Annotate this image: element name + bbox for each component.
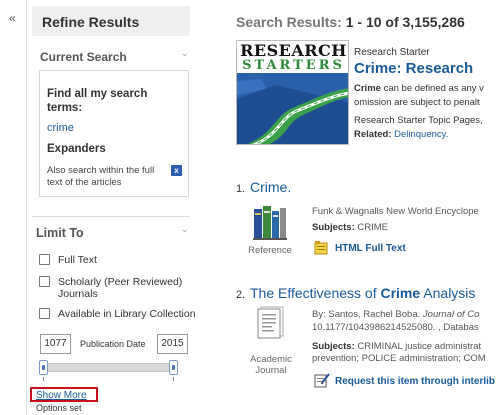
snippet-line2: omission are subject to penalt [354,97,480,108]
refine-results-header: Refine Results [32,6,190,36]
slider-tick [173,377,174,381]
results-header-prefix: Search Results: [236,14,346,30]
byline-authors: By: Santos, Rachel Boba. [312,309,423,320]
show-more-link[interactable]: Show More [36,390,87,401]
publication-date-label: Publication Date [80,339,146,349]
results-range: 1 - 10 of 3,155,286 [345,14,465,30]
html-document-icon[interactable] [314,241,328,255]
find-all-terms-label: Find all my search terms: [47,88,148,114]
research-starter-topic: Research Starter Topic Pages, [354,115,483,126]
result-subjects-line2: prevention; POLICE administration; COM [312,353,486,364]
current-search-box: Find all my search terms: crime Expander… [39,70,189,197]
slider-handle-left-icon[interactable] [39,360,48,375]
current-search-heading[interactable]: Current Search [40,50,127,64]
slider-tick [43,377,44,381]
section-divider [32,216,190,217]
full-text-label: Full Text [58,254,97,266]
library-collection-label: Available in Library Collection [58,308,196,320]
result-subjects: Subjects: CRIME [312,222,388,234]
result-source: Funk & Wagnalls New World Encyclope [312,206,479,217]
reference-books-icon[interactable] [253,203,287,241]
research-starter-title-link[interactable]: Crime: Research [354,60,473,77]
library-collection-checkbox[interactable] [39,308,50,319]
result-type-label: Reference [248,245,292,256]
result-number: 2. [236,289,246,301]
expanders-heading: Expanders [47,143,106,155]
limit-to-chevron-icon[interactable]: ⌄ [181,224,189,235]
subjects-value: CRIME [357,222,389,233]
research-starter-label: Research Starter [354,47,430,58]
result-subjects: Subjects: CRIMINAL justice administrat [312,341,481,353]
options-set-link[interactable]: Options set [36,403,82,413]
html-full-text-link[interactable]: HTML Full Text [335,243,406,254]
result-doi: 10.1177/1043986214525080. , Databas [312,322,479,333]
result-number: 1. [236,183,246,195]
remove-expander-icon[interactable]: x [171,165,182,176]
results-column: Search Results: 1 - 10 of 3,155,286 RESE… [226,0,500,415]
road-illustration-icon [237,73,348,144]
date-from-input[interactable]: 1077 [40,334,71,354]
snippet-highlight: Crime [354,83,381,94]
type-line2: Journal [255,365,287,376]
request-interlibrary-link[interactable]: Request this item through interlib [335,376,495,387]
scholarly-label: Scholarly (Peer Reviewed) [58,276,183,288]
result-title-link[interactable]: The Effectiveness of Crime Analysis [250,285,475,301]
collapse-sidebar-icon[interactable]: « [9,12,16,24]
byline-journal: Journal of Co [422,309,480,320]
subjects-label: Subjects: [312,341,355,352]
slider-handle-right-icon[interactable] [169,360,178,375]
scholarly-label-line2: Journals [58,288,98,300]
current-search-chevron-icon[interactable]: ⌄ [181,48,189,59]
show-more-highlight: Show More [30,387,98,402]
search-results-header: Search Results: 1 - 10 of 3,155,286 [236,14,465,30]
research-starter-related: Related: Delinquency. [354,129,448,140]
search-term-link[interactable]: crime [47,122,74,134]
subjects-value: CRIMINAL justice administrat [357,341,482,352]
full-text-checkbox[interactable] [39,254,50,265]
research-starter-snippet: Crime can be defined as any v omission a… [354,82,484,110]
request-item-icon[interactable] [314,372,330,388]
sidebar-collapse-strip: « [0,0,26,415]
title-highlight: Crime [380,285,421,301]
research-starters-logo[interactable]: RESEARCH STARTERS [236,40,349,145]
refine-results-title: Refine Results [42,14,140,30]
result-type-label: Academic Journal [240,354,302,376]
limit-to-heading[interactable]: Limit To [36,226,84,240]
subjects-label: Subjects: [312,222,355,233]
also-search-full-text-label: Also search within the full text of the … [47,165,155,188]
scholarly-checkbox[interactable] [39,276,50,287]
refine-results-sidebar: Refine Results Current Search ⌄ Find all… [32,0,196,415]
snippet-line1: can be defined as any v [380,83,484,94]
related-delinquency-link[interactable]: Delinquency. [394,129,448,140]
title-prefix: The Effectiveness of [250,285,381,301]
title-suffix: Analysis [420,285,476,301]
result-byline: By: Santos, Rachel Boba. Journal of Co [312,309,479,321]
publication-date-slider[interactable] [42,363,176,372]
academic-journal-icon[interactable] [256,306,286,340]
result-title-link[interactable]: Crime. [250,179,291,195]
date-to-input[interactable]: 2015 [157,334,188,354]
type-line1: Academic [250,354,292,365]
strip-divider [26,0,27,415]
related-label: Related: [354,129,395,140]
